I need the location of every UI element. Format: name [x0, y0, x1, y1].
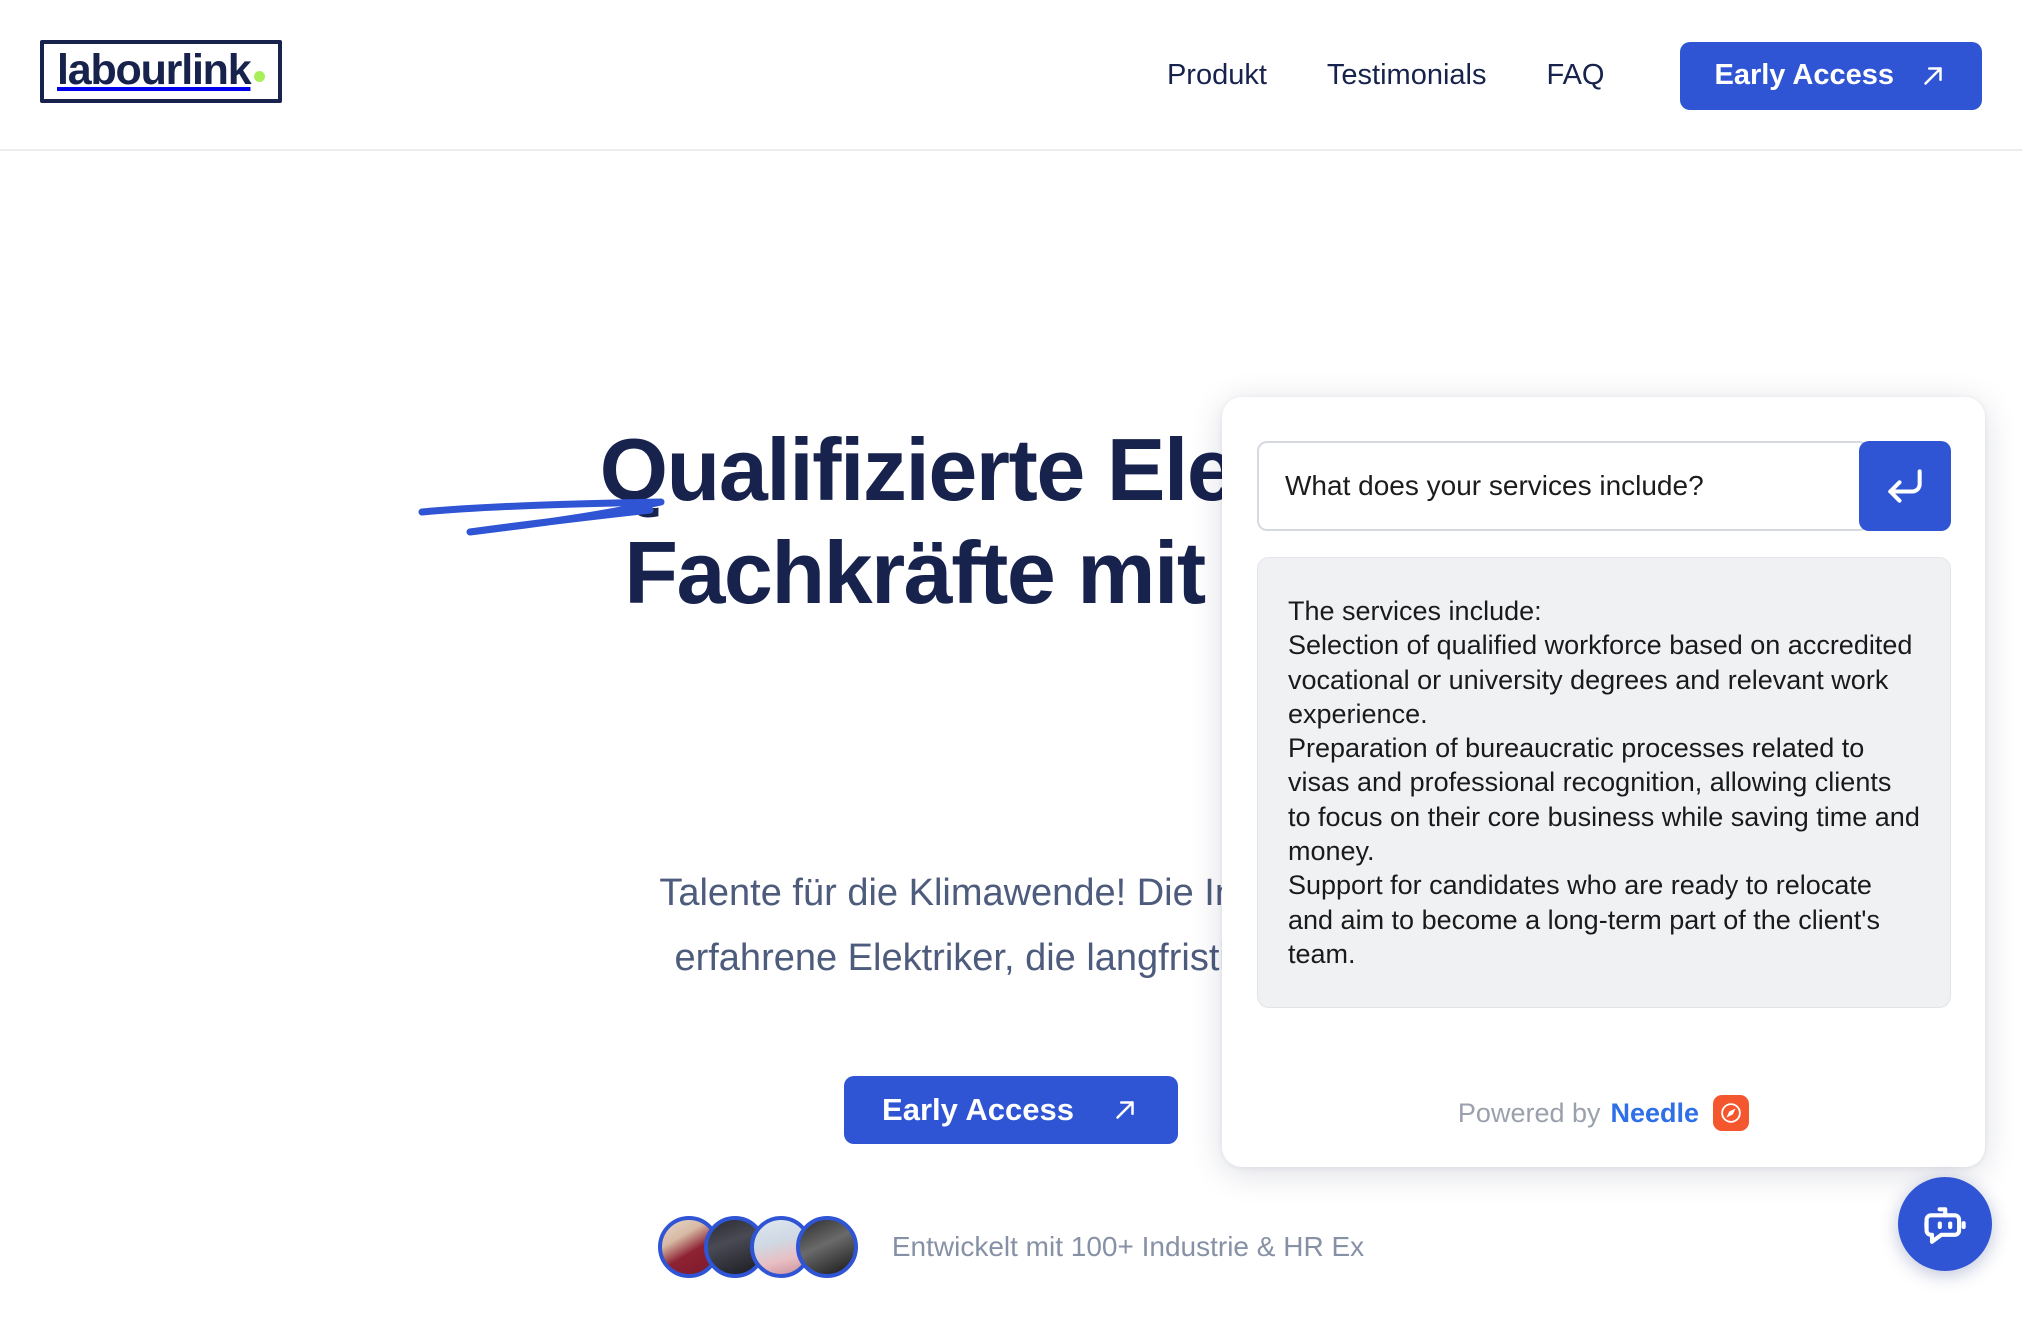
powered-by-label: Powered by: [1457, 1097, 1601, 1128]
hero-cta-label: Early Access: [882, 1092, 1074, 1127]
avatar-stack: [657, 1216, 858, 1278]
chat-response-text: The services include: Selection of quali…: [1288, 596, 1920, 969]
chat-send-button[interactable]: [1859, 441, 1951, 531]
main-navigation: Produkt Testimonials FAQ Early Access: [1167, 0, 1982, 151]
logo-accent-dot: [254, 71, 266, 82]
arrow-up-right-icon: [1924, 66, 1942, 85]
chat-response-bubble: The services include: Selection of quali…: [1257, 557, 1951, 1009]
nav-item-faq[interactable]: FAQ: [1516, 59, 1634, 92]
robot-chat-icon: [1924, 1207, 1966, 1244]
logo-text: labourlink: [57, 46, 252, 94]
arrow-up-right-icon: [1116, 1101, 1134, 1119]
header-early-access-button[interactable]: Early Access: [1680, 41, 1982, 110]
logo-box: labourlink: [40, 40, 283, 103]
needle-compass-icon: [1713, 1095, 1750, 1131]
chat-input-row: [1257, 441, 1951, 531]
chat-launcher-button[interactable]: [1898, 1177, 1992, 1271]
hero-early-access-button[interactable]: Early Access: [844, 1076, 1178, 1144]
page-root: labourlink Produkt Testimonials FAQ Earl…: [0, 0, 2022, 1320]
header-cta-label: Early Access: [1714, 59, 1894, 91]
brand-logo[interactable]: labourlink: [40, 40, 283, 103]
needle-brand-label: Needle: [1610, 1097, 1700, 1128]
nav-item-testimonials[interactable]: Testimonials: [1297, 59, 1517, 92]
social-proof-text: Entwickelt mit 100+ Industrie & HR Ex: [891, 1231, 1365, 1262]
chat-input[interactable]: [1257, 441, 1869, 531]
chat-footer: Powered by Needle: [1222, 1095, 1985, 1131]
avatar: [795, 1216, 858, 1278]
site-header: labourlink Produkt Testimonials FAQ Earl…: [0, 0, 2022, 151]
enter-return-icon: [1888, 469, 1922, 503]
nav-item-produkt[interactable]: Produkt: [1167, 59, 1297, 92]
chat-widget-panel: The services include: Selection of quali…: [1222, 397, 1985, 1167]
social-proof: Entwickelt mit 100+ Industrie & HR Ex: [0, 1216, 2022, 1278]
compass-glyph: [1721, 1103, 1741, 1123]
